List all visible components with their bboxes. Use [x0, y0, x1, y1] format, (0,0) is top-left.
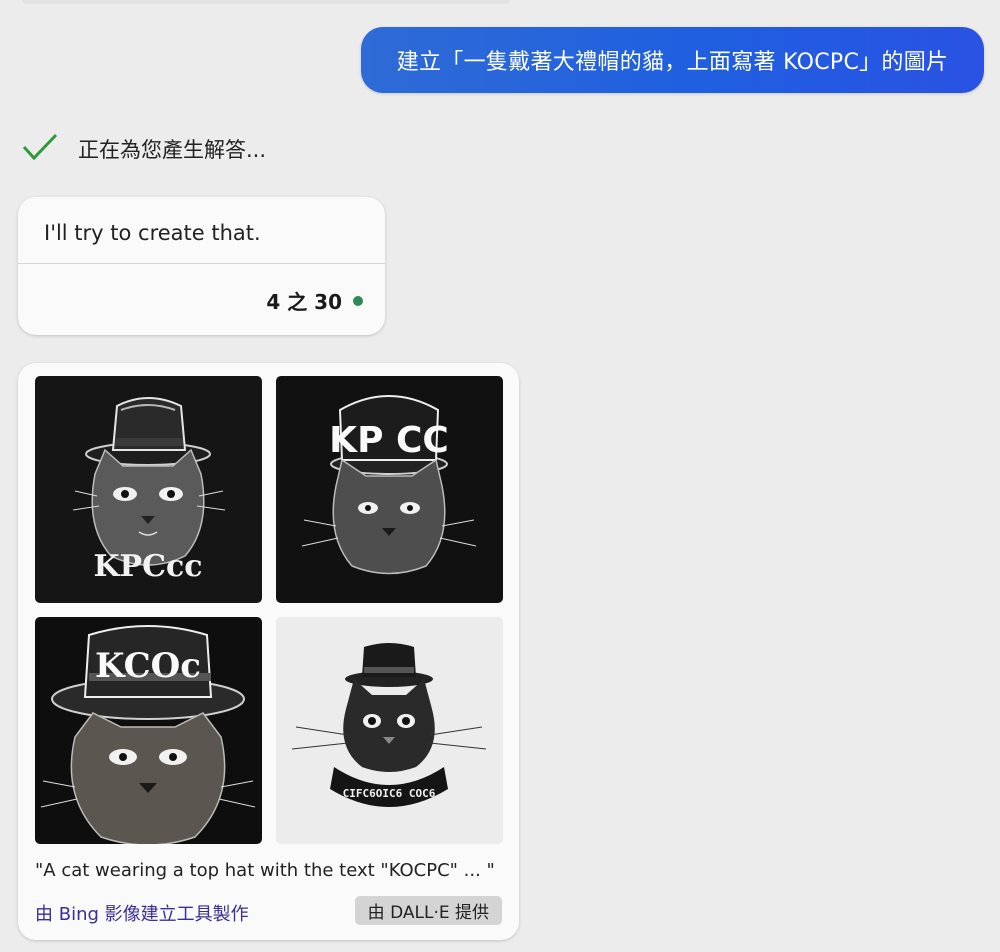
cat-top-hat-image-1: KPCcc	[35, 376, 262, 603]
generated-image-1[interactable]: KPCcc	[35, 376, 262, 603]
reply-text: I'll try to create that.	[44, 221, 261, 245]
dalle-provider-text: 由 DALL·E 提供	[367, 903, 489, 923]
image-prompt-caption: "A cat wearing a top hat with the text "…	[35, 860, 495, 881]
generated-image-4[interactable]: CIFC6OIC6 COC6	[276, 617, 503, 844]
cat-top-hat-image-4: CIFC6OIC6 COC6	[276, 617, 503, 844]
bing-image-creator-link[interactable]: 由 Bing 影像建立工具製作	[35, 900, 249, 926]
status-row: 正在為您產生解答...	[22, 132, 266, 166]
previous-card-edge	[22, 0, 510, 4]
reply-divider	[18, 263, 385, 264]
cat-top-hat-image-3: KCOc	[35, 617, 262, 844]
generated-image-2[interactable]: KP CC	[276, 376, 503, 603]
generated-image-3[interactable]: KCOc	[35, 617, 262, 844]
image-2-lettering: KP CC	[329, 420, 449, 461]
image-3-lettering: KCOc	[95, 646, 201, 686]
user-message-bubble: 建立「一隻戴著大禮帽的貓，上面寫著 KOCPC」的圖片	[361, 27, 984, 93]
checkmark-icon	[22, 132, 58, 166]
reply-card: I'll try to create that. 4 之 30	[18, 197, 385, 335]
turn-indicator-dot	[353, 295, 363, 306]
status-text: 正在為您產生解答...	[78, 138, 267, 162]
image-results-card: KPCcc KP CC KCOc CIFC6OIC6 COC6 "A cat w…	[18, 363, 519, 940]
turn-counter: 4 之 30	[266, 286, 363, 315]
turn-count-text: 4 之 30	[266, 290, 342, 314]
image-4-lettering: CIFC6OIC6 COC6	[343, 787, 436, 800]
cat-top-hat-image-2: KP CC	[276, 376, 503, 603]
user-message-text: 建立「一隻戴著大禮帽的貓，上面寫著 KOCPC」的圖片	[396, 50, 949, 75]
image-1-lettering: KPCcc	[93, 549, 202, 584]
dalle-provider-badge[interactable]: 由 DALL·E 提供	[354, 896, 502, 925]
